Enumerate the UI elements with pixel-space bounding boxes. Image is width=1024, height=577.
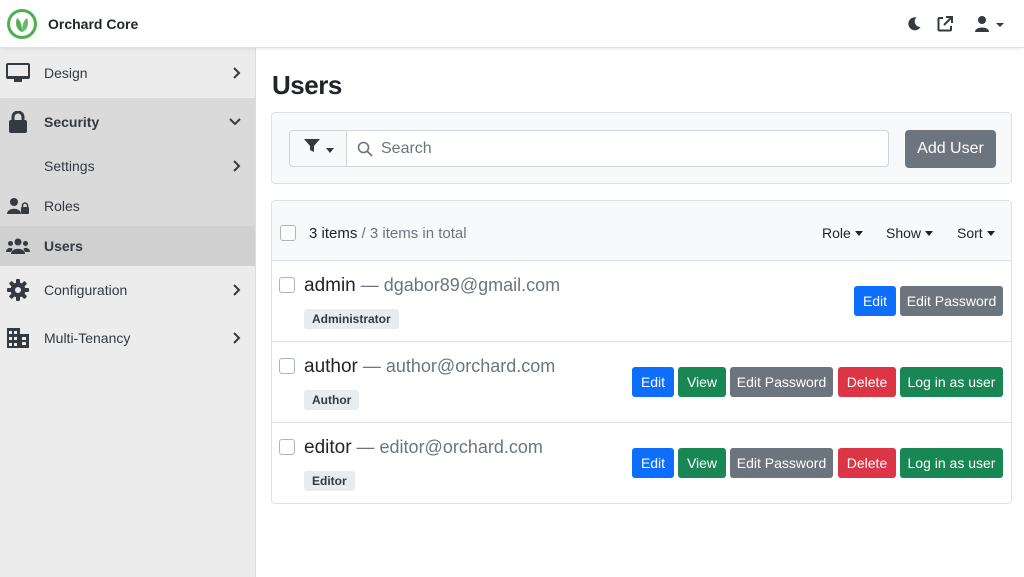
user-name: admin <box>304 275 356 296</box>
user-lock-icon <box>6 198 30 214</box>
delete-button[interactable]: Delete <box>838 367 896 397</box>
sidebar-item-label: Settings <box>44 158 95 174</box>
edit-button[interactable]: Edit <box>854 286 896 316</box>
sidebar-item-users[interactable]: Users <box>0 226 255 266</box>
role-badge: Administrator <box>304 309 399 329</box>
user-email: — editor@orchard.com <box>351 437 543 457</box>
view-button[interactable]: View <box>678 448 726 478</box>
theme-toggle-icon[interactable] <box>906 16 922 32</box>
caret-down-icon <box>325 140 334 158</box>
top-navbar: Orchard Core <box>0 0 1024 48</box>
sidebar-item-label: Roles <box>44 198 80 214</box>
sidebar-item-label: Users <box>44 238 83 254</box>
table-row: admin — dgabor89@gmail.com Administrator… <box>272 261 1011 342</box>
main-content: Users Add User 3 items / 3 items in tota… <box>256 48 1024 577</box>
user-identity: author — author@orchard.com <box>304 356 555 378</box>
sidebar-item-label: Security <box>44 114 100 130</box>
user-menu-icon[interactable] <box>974 15 1004 33</box>
sidebar-item-settings[interactable]: Settings <box>0 146 255 186</box>
lock-icon <box>6 111 30 133</box>
table-row: editor — editor@orchard.com Editor Edit … <box>272 423 1011 504</box>
row-checkbox[interactable] <box>279 439 295 455</box>
user-identity: admin — dgabor89@gmail.com <box>304 275 560 297</box>
caret-down-icon <box>925 230 934 236</box>
brand[interactable]: Orchard Core <box>6 8 138 40</box>
sidebar-item-design[interactable]: Design <box>0 48 255 98</box>
edit-button[interactable]: Edit <box>632 448 674 478</box>
show-filter-dropdown[interactable]: Show <box>886 225 934 241</box>
sidebar-item-label: Multi-Tenancy <box>44 330 131 346</box>
sidebar-item-roles[interactable]: Roles <box>0 186 255 226</box>
sidebar: Design Security Settings Roles Users Con… <box>0 48 256 577</box>
add-user-button[interactable]: Add User <box>905 130 996 168</box>
caret-down-icon <box>986 230 995 236</box>
chevron-right-icon <box>233 284 241 296</box>
edit-button[interactable]: Edit <box>632 367 674 397</box>
caret-down-icon <box>854 230 863 236</box>
edit-password-button[interactable]: Edit Password <box>730 367 833 397</box>
items-total-label: / 3 items in total <box>357 225 467 242</box>
gear-icon <box>6 279 30 301</box>
filter-icon <box>303 139 320 158</box>
chevron-right-icon <box>233 332 241 344</box>
list-header: 3 items / 3 items in total Role Show Sor… <box>272 201 1011 261</box>
sort-label: Sort <box>957 225 983 241</box>
page-title: Users <box>272 70 342 100</box>
sort-dropdown[interactable]: Sort <box>957 225 995 241</box>
building-icon <box>6 328 30 348</box>
delete-button[interactable]: Delete <box>838 448 896 478</box>
sidebar-item-label: Design <box>44 65 88 81</box>
chevron-down-icon <box>229 118 241 126</box>
orchard-logo-icon <box>6 8 38 40</box>
external-link-icon[interactable] <box>936 15 954 33</box>
user-name: editor <box>304 437 352 458</box>
sidebar-item-security[interactable]: Security <box>0 98 255 146</box>
edit-password-button[interactable]: Edit Password <box>730 448 833 478</box>
search-field <box>346 130 889 167</box>
show-filter-label: Show <box>886 225 922 241</box>
role-filter-dropdown[interactable]: Role <box>822 225 863 241</box>
search-icon <box>357 141 373 157</box>
items-count: 3 items / 3 items in total <box>309 225 467 242</box>
filter-bar: Add User <box>271 112 1012 184</box>
role-filter-label: Role <box>822 225 851 241</box>
filter-dropdown-button[interactable] <box>289 130 347 167</box>
role-badge: Editor <box>304 471 355 491</box>
row-checkbox[interactable] <box>279 277 295 293</box>
sidebar-item-label: Configuration <box>44 282 128 298</box>
role-badge: Author <box>304 390 360 410</box>
chevron-right-icon <box>233 160 241 172</box>
search-input[interactable] <box>381 139 861 158</box>
row-checkbox[interactable] <box>279 358 295 374</box>
user-name: author <box>304 356 358 377</box>
users-list: 3 items / 3 items in total Role Show Sor… <box>271 200 1012 504</box>
app-name: Orchard Core <box>48 15 139 32</box>
monitor-icon <box>6 63 30 83</box>
sidebar-item-multi-tenancy[interactable]: Multi-Tenancy <box>0 314 255 362</box>
chevron-right-icon <box>233 67 241 79</box>
edit-password-button[interactable]: Edit Password <box>900 286 1003 316</box>
select-all-checkbox[interactable] <box>280 225 296 241</box>
view-button[interactable]: View <box>678 367 726 397</box>
users-icon <box>6 238 30 254</box>
user-email: — author@orchard.com <box>357 356 556 376</box>
log-in-as-user-button[interactable]: Log in as user <box>900 367 1003 397</box>
user-identity: editor — editor@orchard.com <box>304 437 543 459</box>
log-in-as-user-button[interactable]: Log in as user <box>900 448 1003 478</box>
items-count-label: 3 items <box>309 225 358 242</box>
user-email: — dgabor89@gmail.com <box>355 275 561 295</box>
sidebar-item-configuration[interactable]: Configuration <box>0 266 255 314</box>
table-row: author — author@orchard.com Author Edit … <box>272 342 1011 423</box>
